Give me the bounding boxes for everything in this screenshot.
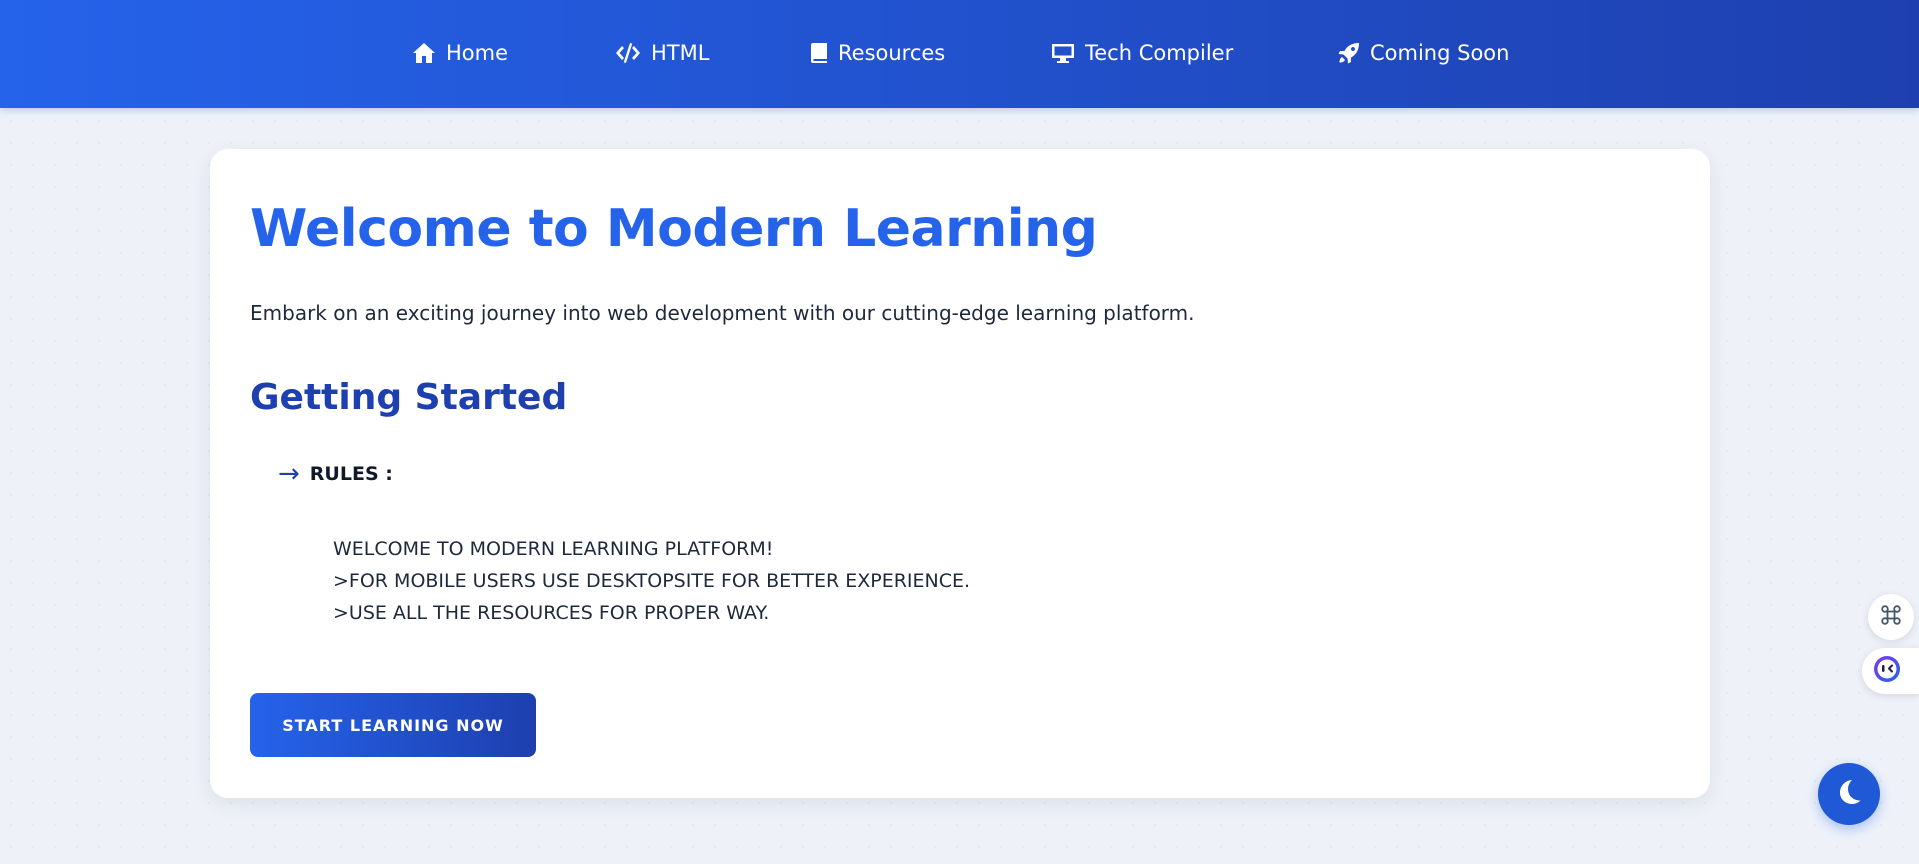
desktop-icon (1051, 42, 1075, 64)
shortcut-widget[interactable] (1868, 594, 1914, 640)
assistant-face-icon (1872, 654, 1902, 688)
nav-item-label: Tech Compiler (1085, 41, 1234, 65)
code-icon (615, 42, 641, 64)
nav-item-home[interactable]: Home (412, 36, 508, 70)
nav-list: Home HTML Resources Tech Compiler Coming… (0, 0, 1919, 108)
nav-item-label: Coming Soon (1370, 41, 1510, 65)
welcome-card: Welcome to Modern Learning Embark on an … (210, 149, 1710, 798)
top-navbar: Home HTML Resources Tech Compiler Coming… (0, 0, 1919, 108)
nav-item-coming-soon[interactable]: Coming Soon (1338, 36, 1509, 70)
nav-item-label: Home (446, 41, 509, 65)
rule-line: WELCOME TO MODERN LEARNING PLATFORM! (333, 538, 774, 560)
arrow-right-icon: → (278, 459, 300, 489)
theme-toggle-button[interactable] (1818, 763, 1880, 825)
nav-item-resources[interactable]: Resources (810, 36, 945, 70)
start-learning-button[interactable]: START LEARNING NOW (250, 693, 536, 757)
nav-item-tech-compiler[interactable]: Tech Compiler (1051, 36, 1233, 70)
assistant-widget[interactable] (1862, 648, 1919, 694)
rules-heading: → RULES : (278, 461, 393, 487)
book-icon (810, 42, 828, 64)
intro-text: Embark on an exciting journey into web d… (250, 301, 1195, 325)
moon-icon (1835, 778, 1863, 810)
rule-line: >USE ALL THE RESOURCES FOR PROPER WAY. (333, 602, 770, 624)
rule-line: >FOR MOBILE USERS USE DESKTOPSITE FOR BE… (333, 570, 971, 592)
home-icon (412, 42, 436, 64)
command-icon (1880, 604, 1902, 630)
nav-item-html[interactable]: HTML (615, 36, 709, 70)
page-title: Welcome to Modern Learning (250, 199, 1098, 259)
nav-item-label: HTML (651, 41, 710, 65)
rules-label: RULES : (309, 463, 393, 485)
rocket-icon (1338, 42, 1360, 64)
nav-item-label: Resources (838, 41, 946, 65)
section-title: Getting Started (250, 377, 568, 418)
rules-list: WELCOME TO MODERN LEARNING PLATFORM! >FO… (333, 533, 970, 629)
